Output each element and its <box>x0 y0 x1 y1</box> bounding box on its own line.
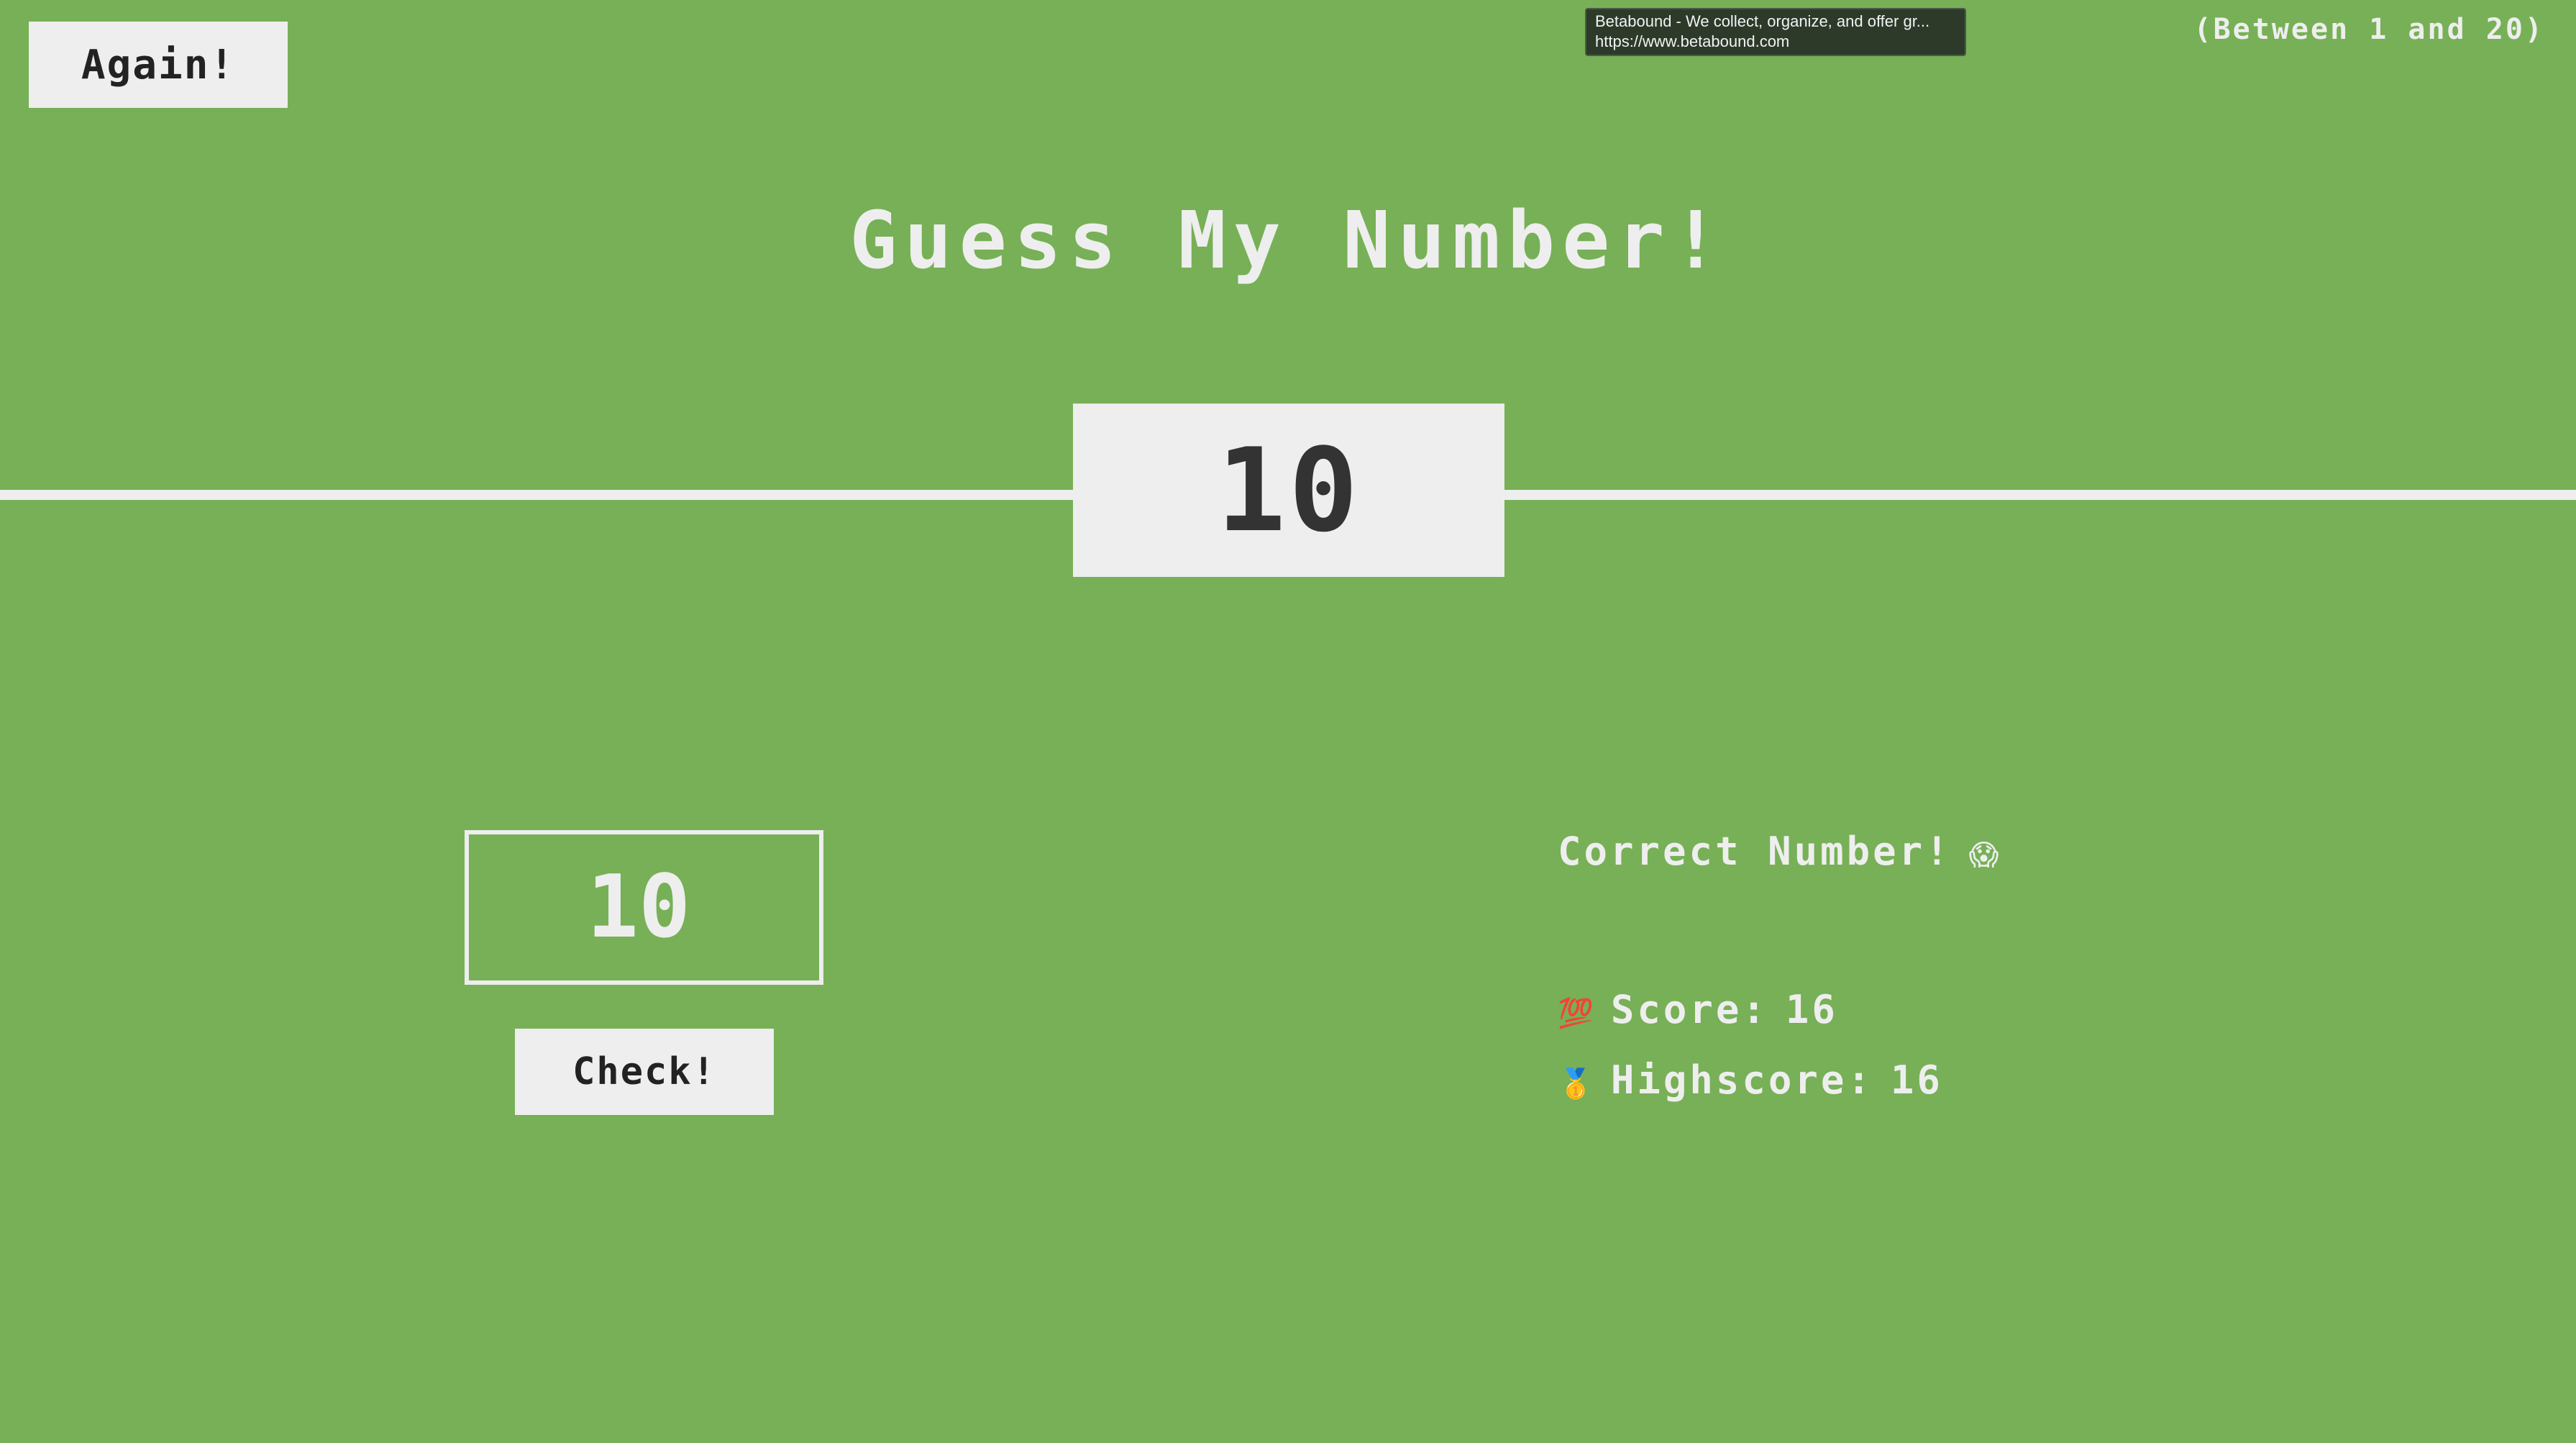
tooltip-url: https://www.betabound.com <box>1595 32 1790 50</box>
again-button[interactable]: Again! <box>29 22 288 108</box>
guess-input[interactable] <box>465 830 823 985</box>
link-tooltip: Betabound - We collect, organize, and of… <box>1585 8 1966 56</box>
highscore-value: 16 <box>1890 1057 1943 1103</box>
secret-number-display: 10 <box>1073 404 1504 577</box>
highscore-label: Highscore: <box>1610 1057 1873 1103</box>
score-line: 💯 Score: 16 <box>1558 987 1838 1032</box>
score-label: Score: <box>1610 987 1768 1032</box>
scream-emoji-icon: 😱 <box>1968 839 1999 872</box>
status-message-text: Correct Number! <box>1558 829 1952 874</box>
check-button[interactable]: Check! <box>515 1029 774 1115</box>
score-value: 16 <box>1785 987 1838 1032</box>
page-title: Guess My Number! <box>849 194 1727 286</box>
status-message: Correct Number! 😱 <box>1558 829 1999 874</box>
highscore-line: 🥇 Highscore: 16 <box>1558 1057 1943 1103</box>
medal-icon: 🥇 <box>1558 1068 1594 1101</box>
tooltip-title: Betabound - We collect, organize, and of… <box>1595 12 1930 30</box>
hundred-points-icon: 💯 <box>1558 997 1594 1030</box>
range-hint: (Between 1 and 20) <box>2193 13 2544 46</box>
